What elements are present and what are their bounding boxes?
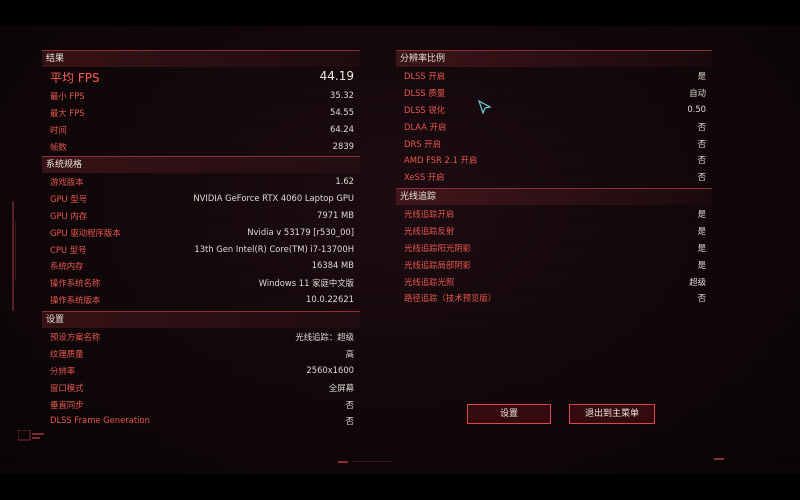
letterbox-top: [0, 0, 800, 26]
results-row: 最小 FPS 35.32: [50, 90, 354, 101]
raytracing-row: 路径追踪（技术预览版）否: [404, 293, 706, 304]
system-row: 操作系统名称 Windows 11 家庭中文版: [50, 278, 354, 289]
system-row: CPU 型号 13th Gen Intel(R) Core(TM) i7-1370…: [50, 243, 354, 255]
system-specs-panel: 系统规格 游戏版本 1.62 GPU 型号 NVIDIA GeForce RTX 4…: [42, 156, 360, 308]
settings-header: 设置: [42, 311, 360, 328]
settings-row: 预设方案名称 光线追踪：超级: [50, 332, 354, 342]
settings-panel: 设置 预设方案名称 光线追踪：超级 纹理质量高 分辨率 2560x1600 窗口模式…: [42, 311, 360, 429]
resolution-row: DLSS 开启是: [404, 71, 706, 81]
resolution-row: DLSS 质量 自动: [404, 87, 706, 98]
results-row: 帧数 2839: [50, 140, 354, 152]
mouse-cursor-icon: [478, 100, 492, 115]
avg-fps-value: 44.19: [319, 69, 354, 83]
left-edge-decoration: [12, 201, 16, 311]
resolution-row: XeSS 开启否: [404, 172, 706, 183]
raytracing-row: 光线追踪光照 超级: [404, 276, 706, 287]
system-row: GPU 型号 NVIDIA GeForce RTX 4060 Laptop GPU: [50, 192, 354, 204]
raytracing-row: 光线追踪局部阴影是: [404, 259, 706, 270]
system-row: 系统内存 16384 MB: [50, 260, 354, 272]
resolution-row: DLSS 锐化 0.50: [404, 103, 706, 115]
exit-to-main-menu-button[interactable]: 退出到主菜单: [569, 404, 655, 424]
resolution-row: DRS 开启否: [404, 138, 706, 149]
avg-fps-row: 平均 FPS 44.19: [42, 67, 360, 87]
bottom-left-logo-decoration: [18, 430, 44, 441]
bottom-right-decoration: [714, 458, 724, 460]
resolution-row: DLAA 开启否: [404, 121, 706, 132]
results-row: 最大 FPS 54.55: [50, 106, 354, 118]
avg-fps-label: 平均 FPS: [50, 71, 100, 85]
resolution-scaling-panel: 分辨率比例 DLSS 开启是 DLSS 质量 自动 DLSS 锐化 0.50 DLA…: [396, 50, 712, 185]
settings-row: 垂直同步否: [50, 399, 354, 410]
raytracing-row: 光线追踪阳光阴影是: [404, 242, 706, 253]
system-row: 操作系统版本 10.0.22621: [50, 294, 354, 306]
resolution-row: AMD FSR 2.1 开启否: [404, 155, 706, 166]
system-row: GPU 驱动程序版本 Nvidia v 53179 [r530_00]: [50, 226, 354, 238]
results-row: 时间 64.24: [50, 123, 354, 135]
system-row: GPU 内存 7971 MB: [50, 209, 354, 221]
letterbox-bottom: [0, 474, 800, 500]
results-header: 结果: [42, 50, 360, 67]
settings-button[interactable]: 设置: [467, 404, 551, 424]
settings-row: 分辨率 2560x1600: [50, 364, 354, 376]
system-specs-header: 系统规格: [42, 156, 360, 173]
raytracing-row: 光线追踪开启是: [404, 209, 706, 219]
resolution-scaling-header: 分辨率比例: [396, 50, 712, 67]
raytracing-row: 光线追踪反射是: [404, 225, 706, 236]
ray-tracing-header: 光线追踪: [396, 188, 712, 205]
bottom-center-decoration: [338, 461, 392, 463]
settings-row: 窗口模式 全屏幕: [50, 382, 354, 393]
settings-row: DLSS Frame Generation 否: [50, 415, 354, 427]
results-panel: 结果 平均 FPS 44.19 最小 FPS 35.32 最大 FPS 54.55 …: [42, 50, 360, 155]
ray-tracing-panel: 光线追踪 光线追踪开启是 光线追踪反射是 光线追踪阳光阴影是 光线追踪局部阴影是…: [396, 188, 712, 306]
settings-row: 纹理质量高: [50, 348, 354, 359]
benchmark-results-screen: 结果 平均 FPS 44.19 最小 FPS 35.32 最大 FPS 54.55 …: [0, 26, 800, 474]
system-row: 游戏版本 1.62: [50, 176, 354, 187]
